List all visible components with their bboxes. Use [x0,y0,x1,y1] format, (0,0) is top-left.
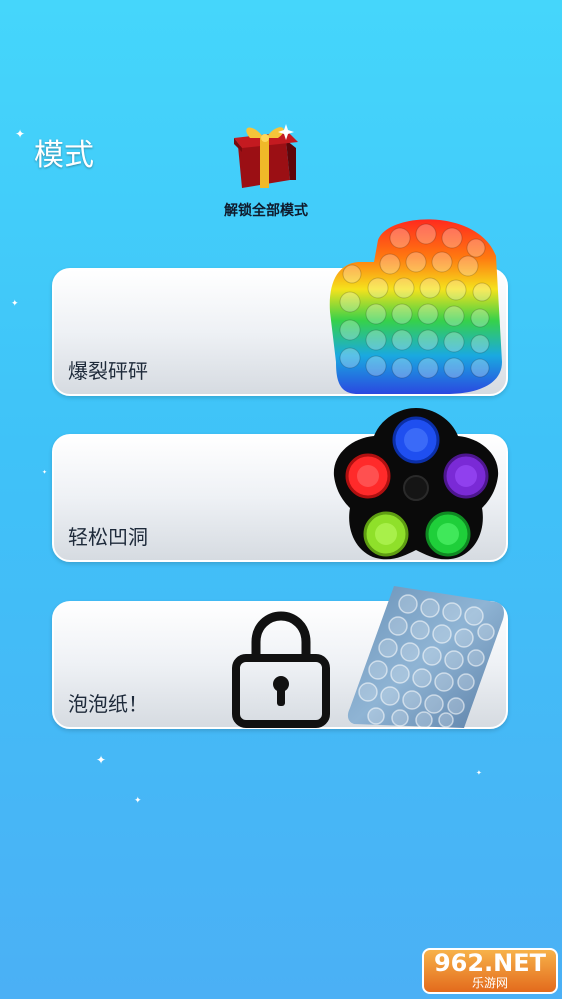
sparkle-icon: ✦ [15,127,26,141]
popit-spinner-icon [330,404,502,568]
sparkle-icon: ✦ [96,753,107,767]
unlock-all-modes-label[interactable]: 解锁全部模式 [210,200,322,220]
mode-label: 爆裂砰砰 [68,359,148,383]
sparkle-icon: ✦ [42,469,48,476]
site-watermark: 962.NET 乐游网 [422,948,558,994]
lock-icon [230,608,332,728]
bubble-wrap-icon [346,582,506,736]
watermark-main-text: 962.NET [433,949,547,977]
rainbow-popit-icon [328,212,506,402]
sparkle-icon: ✦ [476,769,482,777]
page-title: 模式 [34,138,94,173]
sparkle-icon: ✦ [11,299,19,309]
sparkle-icon: ✦ [134,796,142,806]
mode-label: 泡泡纸！ [68,692,148,716]
mode-label: 轻松凹洞 [68,525,148,549]
watermark-sub-text: 乐游网 [471,976,508,990]
gift-icon[interactable] [230,118,300,192]
